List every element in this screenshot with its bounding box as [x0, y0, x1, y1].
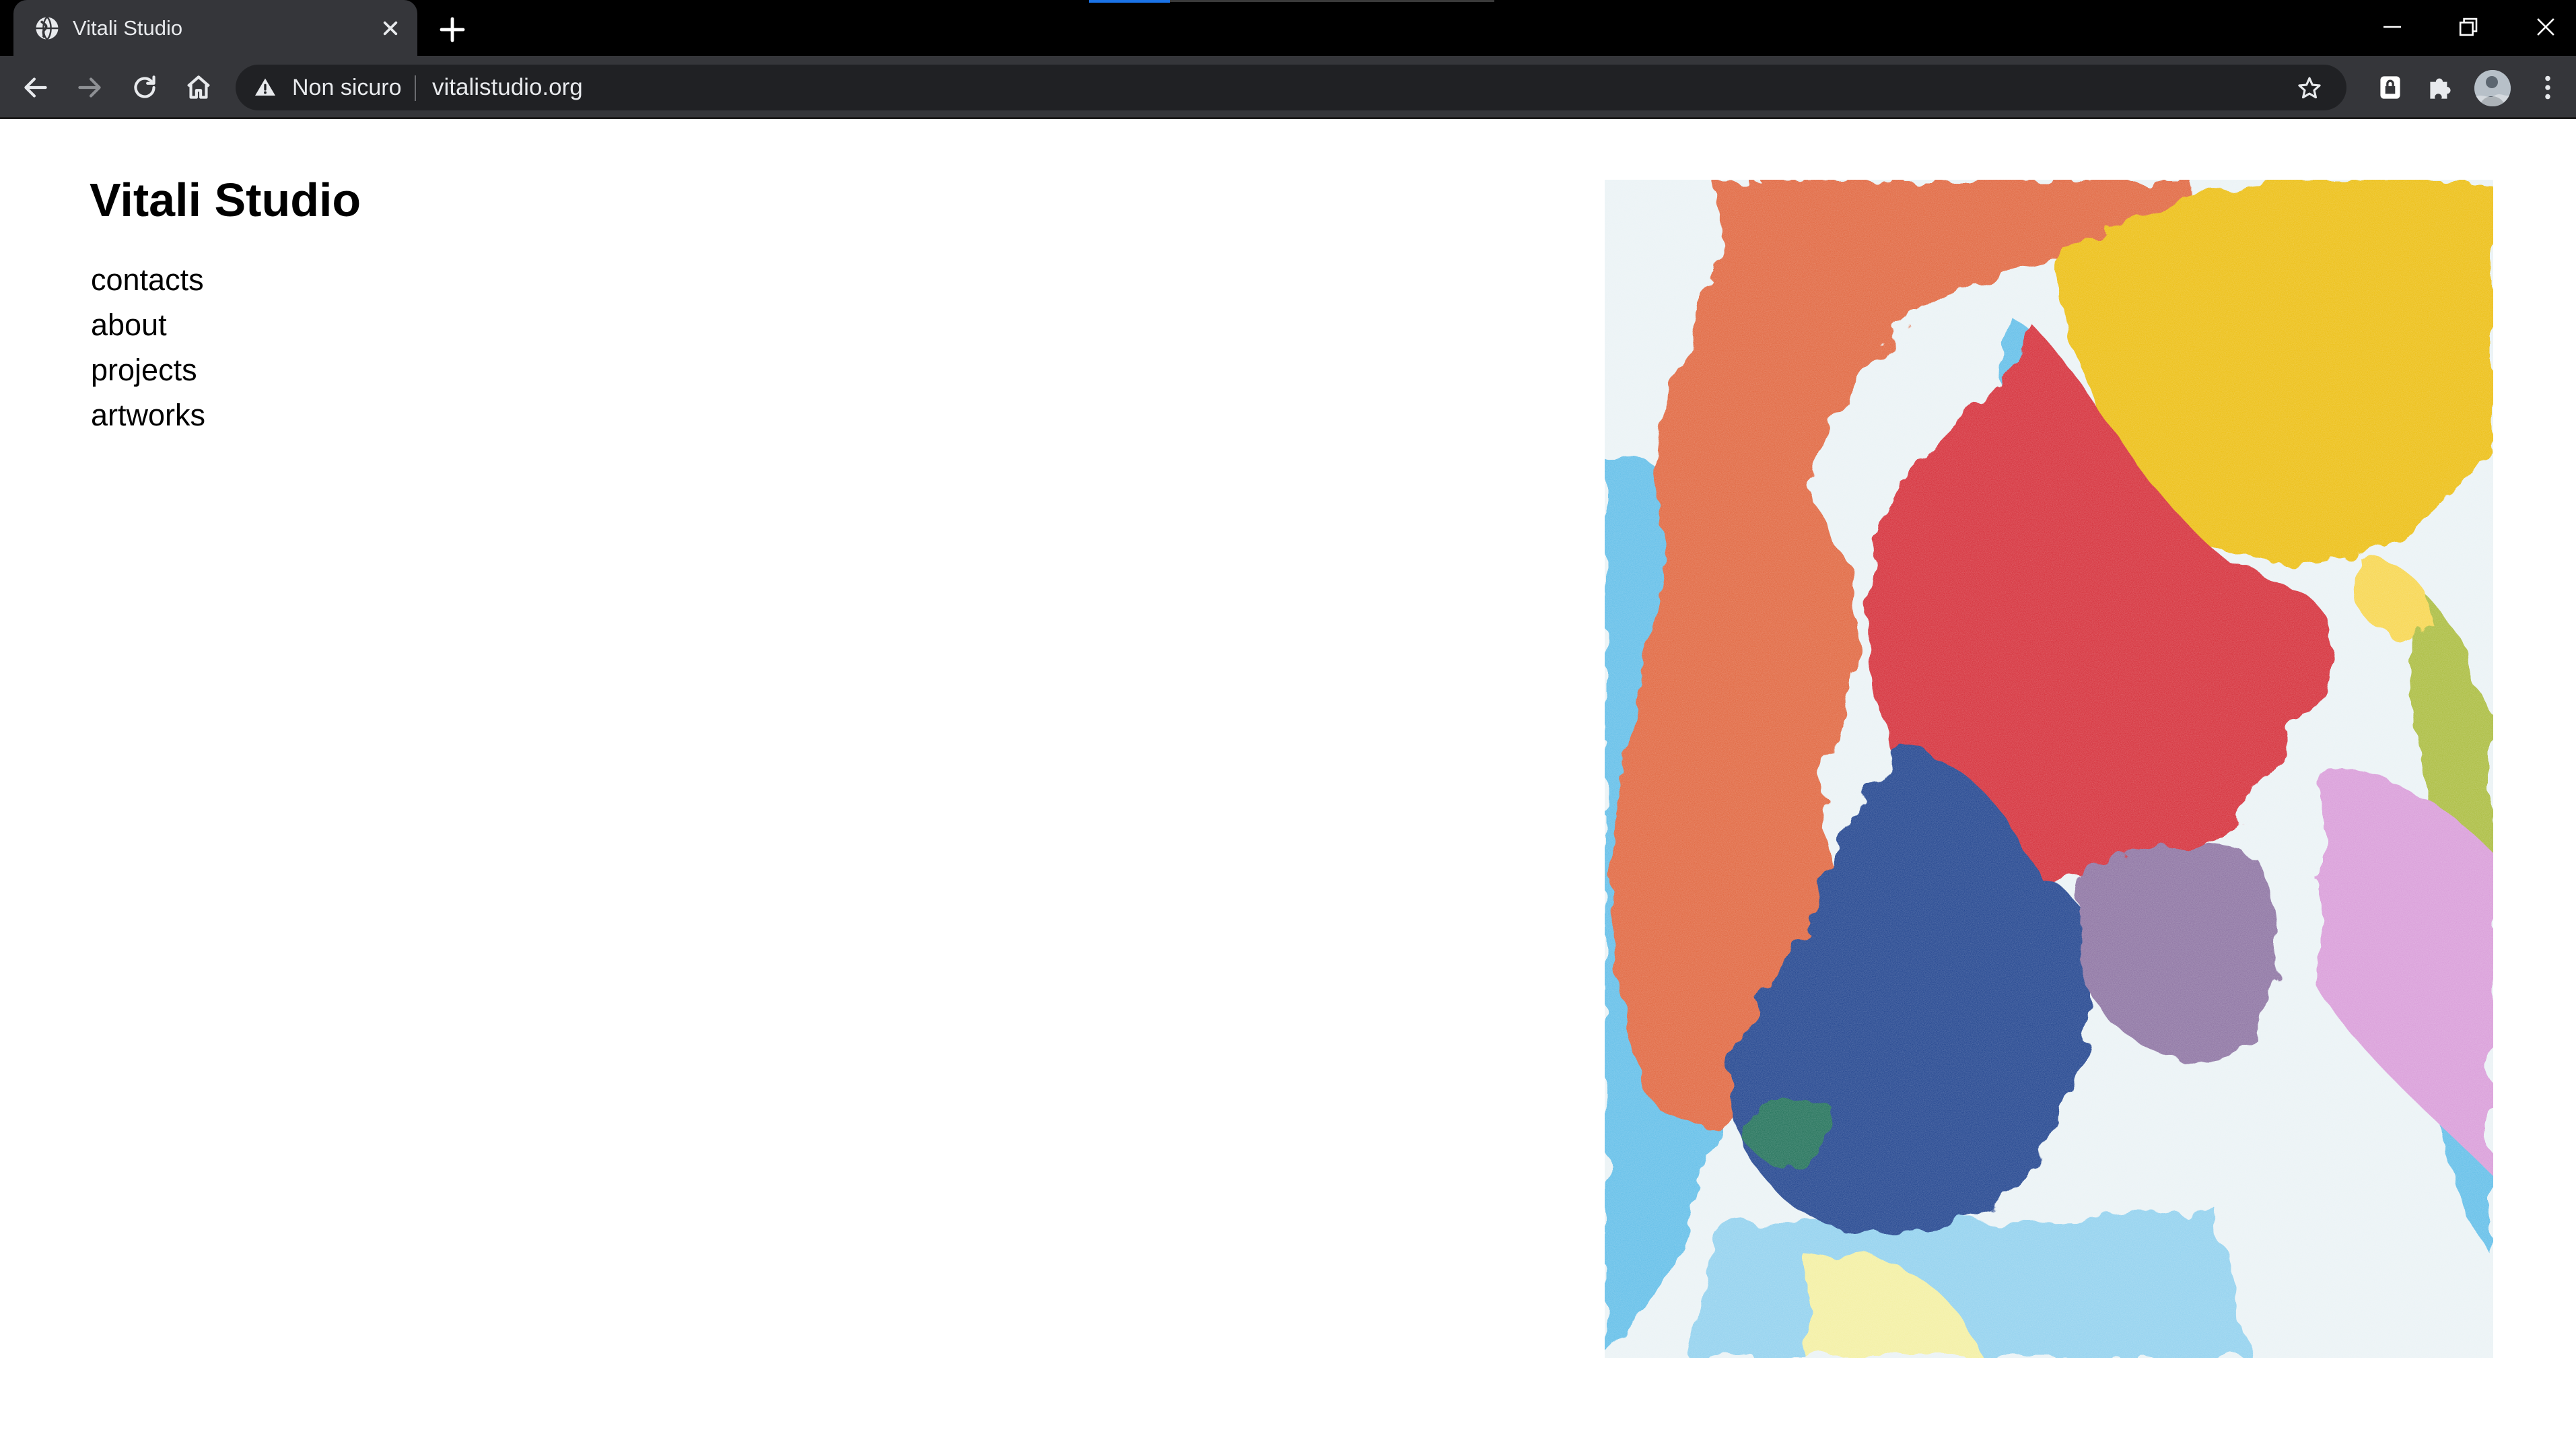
minimize-button[interactable] [2375, 9, 2410, 44]
minimize-icon [2383, 26, 2401, 28]
window-close-button[interactable] [2528, 9, 2563, 44]
more-vertical-icon[interactable] [2531, 71, 2565, 104]
url-text[interactable]: vitalistudio.org [432, 71, 583, 104]
artwork-image[interactable] [1605, 180, 2493, 1358]
tab-strip-indicator [1089, 0, 1170, 3]
web-page: Vitali Studio contacts about projects ar… [0, 119, 2576, 1444]
nav-link-contacts[interactable]: contacts [91, 257, 205, 302]
address-bar[interactable]: Non sicuro vitalistudio.org [236, 65, 2346, 110]
puzzle-icon[interactable] [2423, 71, 2457, 104]
arrow-right-icon [78, 77, 101, 98]
avatar[interactable] [2474, 70, 2511, 106]
tab-strip-divider [1170, 0, 1494, 2]
plus-icon [440, 17, 465, 42]
back-button[interactable] [19, 71, 53, 104]
home-button[interactable] [182, 71, 215, 104]
lock-extension-icon[interactable] [2373, 71, 2407, 104]
restore-button[interactable] [2450, 9, 2485, 44]
restore-icon [2459, 18, 2478, 36]
address-divider [415, 75, 416, 101]
nav-link-artworks[interactable]: artworks [91, 392, 205, 438]
nav-link-about[interactable]: about [91, 302, 205, 347]
reload-button[interactable] [128, 71, 162, 104]
close-icon[interactable] [377, 15, 404, 42]
close-icon [2537, 18, 2554, 36]
site-nav: contacts about projects artworks [91, 257, 205, 438]
home-icon [187, 75, 210, 99]
arrow-left-icon [24, 77, 47, 98]
browser-window: Vitali Studio Non sicuro vitalistudio.or… [0, 0, 2576, 1444]
warning-icon[interactable] [253, 75, 277, 100]
new-tab-button[interactable] [436, 13, 468, 46]
security-status[interactable]: Non sicuro [292, 71, 402, 104]
nav-link-projects[interactable]: projects [91, 347, 205, 392]
tab-title: Vitali Studio [73, 16, 183, 40]
forward-button[interactable] [73, 71, 106, 104]
star-icon[interactable] [2295, 74, 2324, 102]
tab-strip: Vitali Studio [0, 0, 2576, 56]
tab-vitali-studio[interactable]: Vitali Studio [13, 0, 417, 56]
site-title[interactable]: Vitali Studio [90, 173, 361, 228]
reload-icon [134, 75, 155, 98]
browser-toolbar: Non sicuro vitalistudio.org [0, 56, 2576, 119]
abstract-painting [1605, 180, 2493, 1358]
globe-icon [35, 16, 59, 40]
